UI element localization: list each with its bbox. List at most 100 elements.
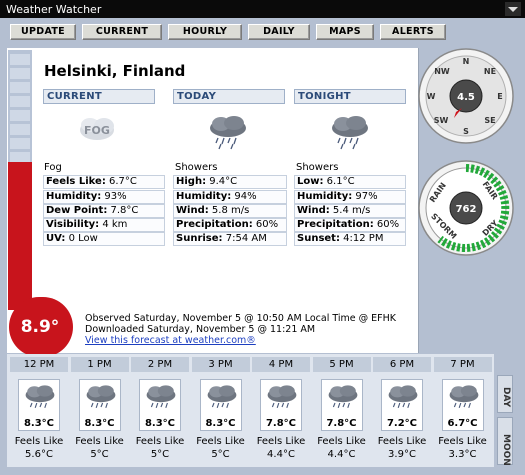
hour-label: 3 PM: [191, 357, 250, 372]
hour-temp: 8.3°C: [84, 418, 115, 429]
hour-icon-box: 7.8°C: [260, 379, 302, 431]
tab-day[interactable]: DAY: [497, 375, 513, 413]
row-label: Sunrise:: [176, 233, 223, 244]
hour-temp: 8.3°C: [23, 418, 55, 429]
tonight-header: TONIGHT: [294, 89, 406, 104]
row-value: 9.4°C: [209, 176, 238, 187]
feels-like-value: 5°C: [90, 449, 109, 460]
hourly-column: 12 PM 8.3°C Feels Like 5.6°C: [10, 357, 68, 464]
chevron-down-icon[interactable]: [505, 2, 521, 16]
row-label: Feels Like:: [46, 176, 106, 187]
fog-icon: FOG: [80, 118, 114, 140]
showers-icon: [449, 385, 478, 408]
hour-temp: 6.7°C: [447, 418, 478, 429]
row-label: Humidity:: [176, 191, 232, 202]
downloaded-text: Downloaded Saturday, November 5 @ 11:21 …: [85, 324, 316, 335]
row-value: 94%: [234, 191, 257, 202]
row-label: Sunset:: [297, 233, 340, 244]
showers-icon: [86, 385, 115, 408]
hour-feels-like: Feels Like 4.4°C: [313, 435, 371, 461]
row-label: Wind:: [297, 205, 330, 216]
hour-icon-box: 8.3°C: [139, 379, 181, 431]
hourly-column: 2 PM 8.3°C Feels Like 5°C: [131, 357, 189, 464]
current-row: Visibility: 4 km: [43, 218, 165, 232]
feels-like-label: Feels Like: [75, 436, 124, 447]
compass-sw: SW: [434, 116, 449, 125]
current-header: CURRENT: [43, 89, 155, 104]
compass-n: N: [463, 57, 470, 66]
feels-like-value: 5.6°C: [25, 449, 53, 460]
compass-w: W: [427, 92, 436, 101]
hour-temp: 8.3°C: [205, 418, 236, 429]
row-value: 4:12 PM: [343, 233, 384, 244]
showers-icon: [146, 385, 176, 408]
feels-like-label: Feels Like: [438, 436, 487, 447]
row-value: 7.8°C: [110, 205, 139, 216]
hourly-column: 4 PM 7.8°C Feels Like 4.4°C: [252, 357, 310, 464]
row-value: 7:54 AM: [225, 233, 267, 244]
hour-temp: 7.8°C: [326, 418, 357, 429]
compass-se: SE: [484, 116, 495, 125]
hour-icon-box: 8.3°C: [199, 379, 242, 431]
tab-day-label: DAY: [501, 387, 511, 408]
hourly-button[interactable]: HOURLY: [168, 24, 242, 40]
feels-like-value: 5°C: [150, 449, 170, 460]
row-label: Precipitation:: [176, 219, 253, 230]
showers-icon: [388, 385, 418, 408]
update-button[interactable]: UPDATE: [10, 24, 76, 40]
row-label: Visibility:: [46, 219, 100, 230]
thermometer: [8, 50, 32, 310]
current-row: UV: 0 Low: [43, 232, 165, 246]
alerts-button[interactable]: ALERTS: [380, 24, 446, 40]
tonight-row: Humidity: 97%: [294, 190, 406, 204]
hour-temp: 8.3°C: [144, 418, 176, 429]
hour-feels-like: Feels Like 5.6°C: [10, 435, 68, 461]
today-row: Precipitation: 60%: [173, 218, 287, 232]
current-button[interactable]: CURRENT: [82, 24, 162, 40]
maps-button[interactable]: MAPS: [316, 24, 374, 40]
hourly-column: 3 PM 8.3°C Feels Like 5°C: [191, 357, 250, 464]
compass-nw: NW: [434, 67, 450, 76]
showers-icon: [332, 116, 368, 150]
hour-icon-box: 7.2°C: [381, 379, 423, 431]
hour-feels-like: Feels Like 5°C: [71, 435, 129, 461]
feels-like-value: 3.9°C: [388, 449, 416, 460]
hour-label: 6 PM: [373, 357, 431, 372]
feels-like-value: 3.3°C: [448, 449, 477, 460]
row-label: Low:: [297, 176, 324, 187]
hour-feels-like: Feels Like 5°C: [192, 435, 250, 461]
location-title: Helsinki, Finland: [44, 62, 186, 80]
hourly-column: 5 PM 7.8°C Feels Like 4.4°C: [312, 357, 371, 464]
barometer: RAIN FAIR STORM DRY 762: [418, 160, 514, 256]
current-row: Feels Like: 6.7°C: [43, 175, 165, 189]
row-label: Dew Point:: [46, 205, 108, 216]
tab-moon-label: MOON: [501, 434, 511, 466]
showers-icon: [207, 385, 236, 408]
current-row: Dew Point: 7.8°C: [43, 204, 165, 218]
feels-like-label: Feels Like: [256, 436, 306, 447]
tonight-row: Sunset: 4:12 PM: [294, 232, 406, 246]
observed-text: Observed Saturday, November 5 @ 10:50 AM…: [85, 313, 396, 324]
hour-label: 2 PM: [131, 357, 189, 372]
row-value: 60%: [255, 219, 279, 230]
showers-icon: [25, 385, 55, 408]
current-row: Humidity: 93%: [43, 190, 165, 204]
row-value: 6.7°C: [109, 176, 137, 187]
tonight-row: Wind: 5.4 m/s: [294, 204, 406, 218]
hour-label: 4 PM: [252, 357, 310, 372]
row-value: 4 km: [102, 219, 128, 230]
feels-like-label: Feels Like: [135, 436, 185, 447]
feels-like-label: Feels Like: [377, 436, 427, 447]
compass-s: S: [463, 127, 469, 136]
forecast-link[interactable]: View this forecast at weather.com®: [85, 335, 256, 346]
showers-icon: [328, 385, 357, 408]
hour-icon-box: 7.8°C: [320, 379, 363, 431]
hour-icon-box: 6.7°C: [441, 379, 484, 431]
hour-label: 5 PM: [312, 357, 371, 372]
hour-label: 12 PM: [10, 357, 68, 372]
feels-like-label: Feels Like: [196, 436, 245, 447]
tab-moon[interactable]: MOON: [497, 417, 513, 466]
hour-feels-like: Feels Like 5°C: [131, 435, 189, 461]
hourly-column: 7 PM 6.7°C Feels Like 3.3°C: [433, 357, 492, 464]
daily-button[interactable]: DAILY: [248, 24, 310, 40]
